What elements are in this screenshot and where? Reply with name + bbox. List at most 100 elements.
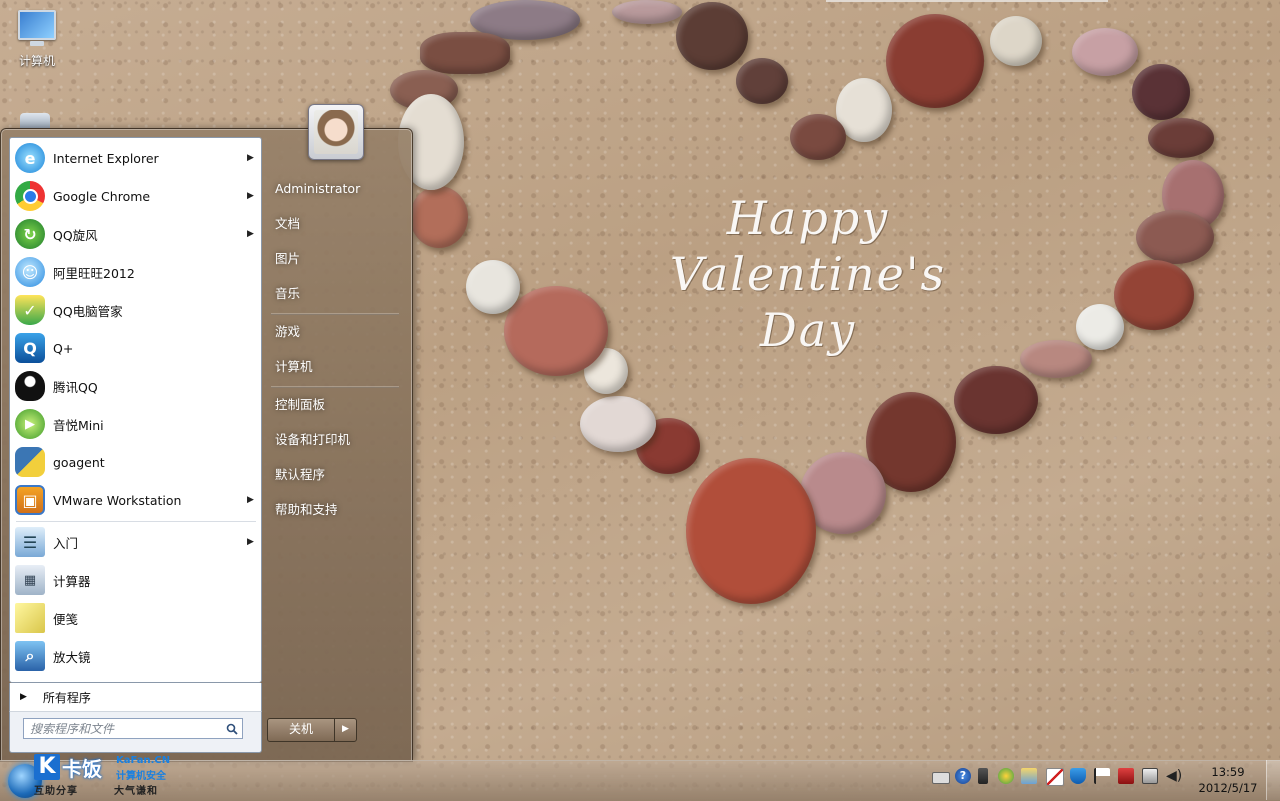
chevron-right-icon[interactable]: ▶ <box>247 153 261 163</box>
defense-icon[interactable] <box>1046 768 1064 786</box>
network-icon[interactable] <box>1142 768 1158 784</box>
right-item-music[interactable]: 音乐 <box>267 278 402 310</box>
clock-date: 2012/5/17 <box>1198 781 1258 795</box>
right-item-pictures[interactable]: 图片 <box>267 243 402 275</box>
desktop: { "desktop": { "icons": [ {"label": "计算机… <box>0 0 1280 801</box>
search-icon[interactable] <box>226 723 238 735</box>
program-label: 腾讯QQ <box>53 379 98 395</box>
right-item-control-panel[interactable]: 控制面板 <box>267 389 402 421</box>
program-aliwangwang[interactable]: ☺ 阿里旺旺2012 <box>10 253 261 291</box>
clock-time: 13:59 <box>1211 765 1245 779</box>
program-label: QQ旋风 <box>53 227 98 243</box>
qplus-icon: Q <box>15 333 45 363</box>
chevron-right-icon[interactable]: ▶ <box>247 191 261 201</box>
shutdown-options-arrow[interactable]: ▶ <box>334 718 357 742</box>
kafan-name: 卡饭 <box>62 757 102 781</box>
shutdown-control: 关机 ▶ <box>267 718 357 742</box>
qq-xuanfeng-icon: ↻ <box>15 219 45 249</box>
program-sticky-notes[interactable]: 便笺 <box>10 599 261 637</box>
computer-icon <box>18 10 56 46</box>
start-menu: e Internet Explorer ▶ Google Chrome ▶ ↻ … <box>0 128 413 762</box>
program-yinyue-mini[interactable]: ▶ 音悦Mini <box>10 405 261 443</box>
program-magnifier[interactable]: ⌕ 放大镜 <box>10 637 261 675</box>
program-label: QQ电脑管家 <box>53 303 123 319</box>
storage-icon[interactable] <box>1021 768 1037 784</box>
program-label: Q+ <box>53 340 74 356</box>
program-getting-started[interactable]: ☰ 入门 ▶ <box>10 523 261 561</box>
internet-explorer-icon: e <box>15 143 45 173</box>
chevron-right-icon[interactable]: ▶ <box>247 495 261 505</box>
program-qq-xuanfeng[interactable]: ↻ QQ旋风 ▶ <box>10 215 261 253</box>
right-item-devices-printers[interactable]: 设备和打印机 <box>267 424 402 456</box>
program-vmware-workstation[interactable]: ▣ VMware Workstation ▶ <box>10 481 261 519</box>
chrome-icon <box>15 181 45 211</box>
user-avatar[interactable] <box>308 104 364 160</box>
program-label: VMware Workstation <box>53 492 182 508</box>
user-photo <box>314 110 358 154</box>
program-google-chrome[interactable]: Google Chrome ▶ <box>10 177 261 215</box>
program-label: 便笺 <box>53 611 79 627</box>
kafan-logo: K <box>34 754 60 780</box>
program-label: 入门 <box>53 535 79 551</box>
chevron-right-icon[interactable]: ▶ <box>247 229 261 239</box>
program-label: Internet Explorer <box>53 150 159 166</box>
program-label: 计算器 <box>53 573 91 589</box>
getting-started-icon: ☰ <box>15 527 45 557</box>
action-center-flag-icon[interactable] <box>1094 768 1110 784</box>
right-item-games[interactable]: 游戏 <box>267 316 402 348</box>
calculator-icon: ▦ <box>15 565 45 595</box>
program-internet-explorer[interactable]: e Internet Explorer ▶ <box>10 139 261 177</box>
volume-icon[interactable]: ◀) <box>1166 768 1182 784</box>
keyboard-icon[interactable] <box>932 772 950 784</box>
usb-icon[interactable] <box>978 768 988 784</box>
program-label: 音悦Mini <box>53 417 104 433</box>
taskbar-clock[interactable]: 13:59 2012/5/17 <box>1196 764 1260 796</box>
qq-pc-manager-icon: ✓ <box>15 295 45 325</box>
vmware-icon: ▣ <box>15 485 45 515</box>
security-alert-icon[interactable] <box>1118 768 1134 784</box>
chevron-right-icon: ▶ <box>20 692 27 702</box>
program-calculator[interactable]: ▦ 计算器 <box>10 561 261 599</box>
python-icon <box>15 447 45 477</box>
qq-tray-icon[interactable] <box>998 768 1014 784</box>
program-qq-pc-manager[interactable]: ✓ QQ电脑管家 <box>10 291 261 329</box>
program-label: 放大镜 <box>53 649 91 665</box>
shutdown-button[interactable]: 关机 <box>267 718 335 742</box>
program-label: Google Chrome <box>53 188 151 204</box>
taskbar <box>0 760 1280 801</box>
window-edge <box>826 0 1108 2</box>
help-icon[interactable]: ? <box>955 768 971 784</box>
all-programs-label: 所有程序 <box>42 690 91 705</box>
right-item-documents[interactable]: 文档 <box>267 208 402 240</box>
shield-icon[interactable] <box>1070 768 1086 784</box>
program-tencent-qq[interactable]: 腾讯QQ <box>10 367 261 405</box>
right-separator <box>271 313 399 315</box>
search-area: 搜索程序和文件 <box>9 711 262 753</box>
qq-penguin-icon <box>15 371 45 401</box>
pinned-separator <box>16 521 256 522</box>
wallpaper-greeting-line1: Happy Valentine's <box>669 191 947 301</box>
right-separator <box>271 386 399 388</box>
kafan-motto-left: 互助分享 <box>34 786 78 797</box>
desktop-icon-label: 计算机 <box>18 54 55 68</box>
kafan-site: KaFan.CN <box>116 755 171 766</box>
right-item-computer[interactable]: 计算机 <box>267 351 402 383</box>
search-input[interactable]: 搜索程序和文件 <box>23 718 243 739</box>
right-item-help-support[interactable]: 帮助和支持 <box>267 494 402 526</box>
program-goagent[interactable]: goagent <box>10 443 261 481</box>
program-qplus[interactable]: Q Q+ <box>10 329 261 367</box>
start-menu-programs-pane: e Internet Explorer ▶ Google Chrome ▶ ↻ … <box>9 137 262 683</box>
wallpaper-greeting: Happy Valentine's Day <box>598 190 1018 358</box>
all-programs-button[interactable]: ▶ 所有程序 <box>9 683 262 712</box>
recycle-bin-icon[interactable] <box>20 113 50 129</box>
user-name-link[interactable]: Administrator <box>267 173 402 205</box>
kafan-watermark: K 卡饭 KaFan.CN 计算机安全 互助分享 大气谦和 <box>34 754 174 798</box>
aliwangwang-icon: ☺ <box>15 257 45 287</box>
yinyue-mini-icon: ▶ <box>15 409 45 439</box>
show-desktop-button[interactable] <box>1266 760 1280 800</box>
right-item-default-programs[interactable]: 默认程序 <box>267 459 402 491</box>
desktop-icon-computer[interactable]: 计算机 <box>2 10 72 69</box>
kafan-tagline: 计算机安全 <box>116 771 166 782</box>
magnifier-icon: ⌕ <box>15 641 45 671</box>
chevron-right-icon[interactable]: ▶ <box>247 537 261 547</box>
